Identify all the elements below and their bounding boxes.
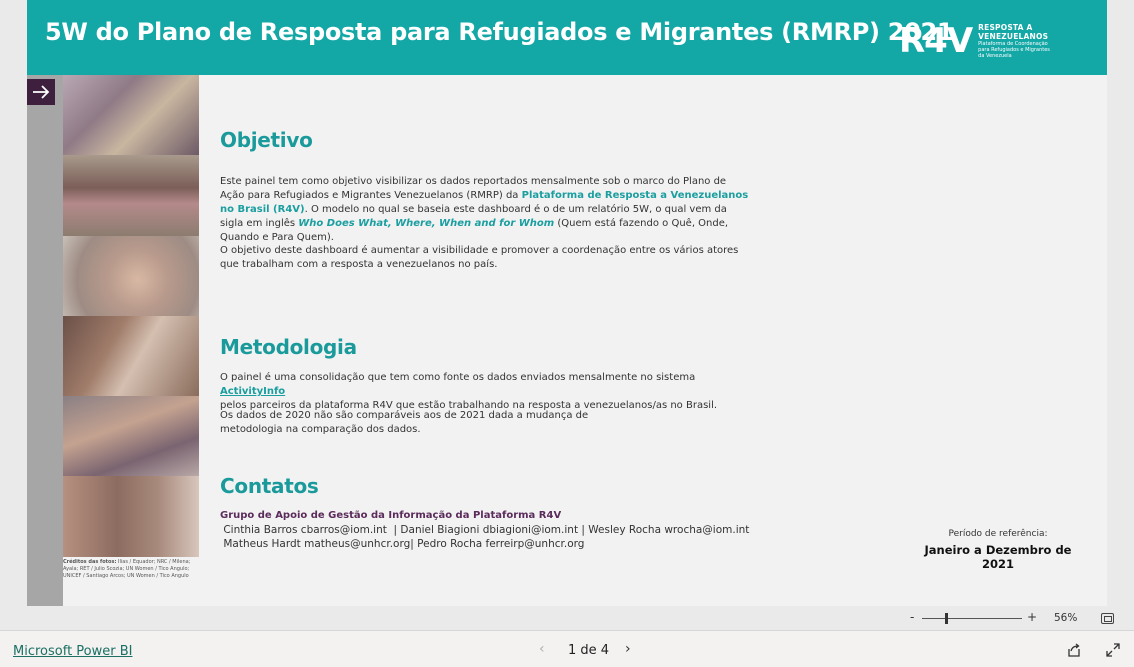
r4v-logo-mark: R4V (899, 21, 973, 61)
photo-credits: Créditos das fotos: Ilias / Equador; NRC… (63, 559, 203, 580)
photo-4 (63, 315, 199, 397)
zoom-bar: - + 56% (0, 606, 1134, 630)
logo-small-3: da Venezuela (978, 53, 1012, 59)
arrow-right-icon (33, 85, 50, 99)
report-canvas: 5W do Plano de Resposta para Refugiados … (27, 0, 1107, 606)
side-strip (27, 75, 63, 606)
period-label: Período de referência: (948, 529, 1048, 539)
zoom-slider-track[interactable] (922, 618, 1022, 619)
navigate-button[interactable] (27, 79, 55, 105)
share-icon[interactable] (1066, 642, 1082, 658)
photo-collage (63, 75, 199, 557)
logo-line-2: VENEZUELANOS (978, 32, 1049, 41)
powerbi-link[interactable]: Microsoft Power BI (13, 644, 132, 659)
zoom-out-button[interactable]: - (910, 610, 914, 624)
previous-page-button[interactable]: ‹ (539, 641, 545, 657)
contatos-line-1: Cinthia Barros cbarros@iom.int | Daniel … (220, 524, 750, 536)
zoom-level: 56% (1054, 612, 1078, 624)
powerbi-viewer: 5W do Plano de Resposta para Refugiados … (0, 0, 1134, 667)
metodologia-paragraph-2: Os dados de 2020 não são comparáveis aos… (220, 410, 589, 435)
photo-6 (63, 476, 199, 557)
objetivo-paragraph-1: Este painel tem como objetivo visibiliza… (220, 175, 750, 245)
credits-label: Créditos das fotos: (63, 559, 117, 565)
contatos-heading: Contatos (220, 474, 319, 498)
logo-line-1: RESPOSTA A (978, 23, 1033, 32)
fit-to-page-icon[interactable] (1101, 613, 1114, 624)
contatos-line-2: Matheus Hardt matheus@unhcr.org| Pedro R… (220, 538, 585, 550)
metodologia-heading: Metodologia (220, 335, 357, 359)
objetivo-paragraph-2: O objetivo deste dashboard é aumentar a … (220, 245, 739, 270)
fullscreen-icon[interactable] (1105, 642, 1121, 658)
5w-definition: Who Does What, Where, When and for Whom (298, 218, 555, 229)
next-page-button[interactable]: › (625, 641, 631, 657)
r4v-logo: R4V RESPOSTA A VENEZUELANOS Plataforma d… (899, 22, 1050, 60)
photo-3 (63, 235, 199, 316)
metodologia-text-a: O painel é uma consolidação que tem como… (220, 372, 696, 383)
photo-2 (63, 155, 199, 236)
objetivo-heading: Objetivo (220, 128, 313, 152)
zoom-in-button[interactable]: + (1027, 610, 1037, 624)
period-value: Janeiro a Dezembro de 2021 (924, 543, 1072, 571)
r4v-logo-text: RESPOSTA A VENEZUELANOS Plataforma de Co… (978, 23, 1050, 59)
photo-5 (63, 396, 199, 477)
metodologia-paragraph-1: O painel é uma consolidação que tem como… (220, 371, 750, 413)
contatos-group: Grupo de Apoio de Gestão da Informação d… (220, 510, 562, 521)
bottom-bar: Microsoft Power BI ‹ 1 de 4 › (0, 630, 1134, 667)
activityinfo-link[interactable]: ActivityInfo (220, 386, 285, 397)
report-header: 5W do Plano de Resposta para Refugiados … (27, 0, 1107, 75)
report-title: 5W do Plano de Resposta para Refugiados … (45, 18, 954, 46)
zoom-slider-thumb[interactable] (945, 613, 949, 624)
page-indicator: 1 de 4 (568, 643, 610, 658)
photo-1 (63, 75, 199, 156)
contatos-block: Grupo de Apoio de Gestão da Informação d… (220, 509, 780, 551)
